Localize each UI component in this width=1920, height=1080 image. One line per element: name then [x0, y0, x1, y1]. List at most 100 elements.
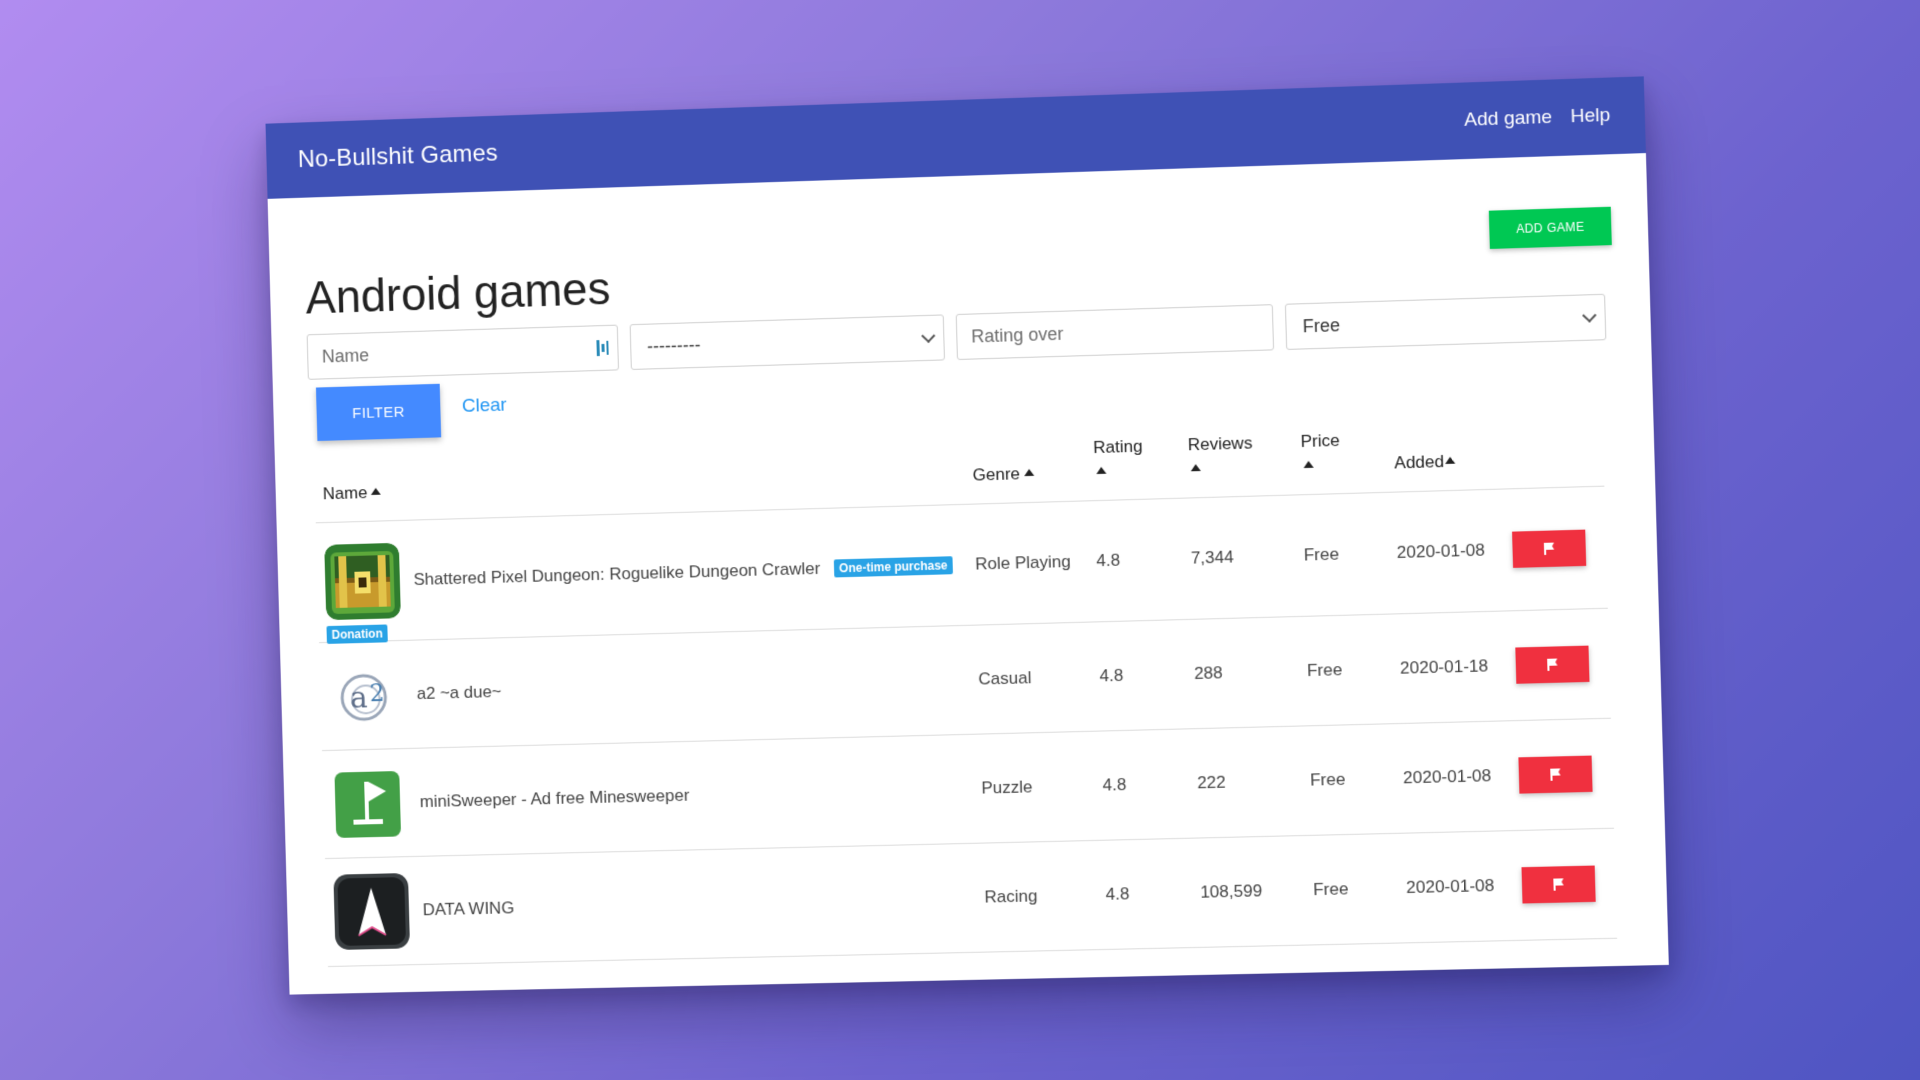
genre-cell: Racing: [974, 840, 1100, 952]
price-value: Free: [1303, 544, 1340, 565]
game-name-cell: a 2 a2 ~a due~: [327, 642, 963, 734]
added-cell: 2020-01-08: [1393, 720, 1513, 833]
rating-value: 4.8: [1099, 665, 1124, 686]
game-name[interactable]: a2 ~a due~: [416, 682, 501, 704]
genre-value: Casual: [978, 667, 1032, 689]
genre-cell: Puzzle: [971, 730, 1097, 843]
reviews-value: 222: [1196, 772, 1226, 792]
game-name[interactable]: DATA WING: [422, 898, 514, 920]
header-rating[interactable]: Rating: [1084, 433, 1182, 501]
added-value: 2020-01-08: [1402, 765, 1492, 787]
donation-badge: Donation: [326, 624, 388, 644]
header-rating-label: Rating: [1092, 436, 1143, 458]
sort-arrow-icon[interactable]: [1023, 468, 1035, 476]
price-cell: Free: [1303, 832, 1400, 945]
header-actions: [1500, 421, 1605, 489]
game-name[interactable]: miniSweeper - Ad free Minesweeper: [419, 785, 689, 811]
game-name-cell: DATA WING: [333, 860, 969, 950]
stage: No-Bullshit Games Add game Help ADD GAME…: [0, 0, 1920, 1080]
sort-arrow-icon[interactable]: [1444, 456, 1456, 464]
price-value: Free: [1309, 769, 1346, 790]
name-input[interactable]: [307, 325, 618, 379]
nav-links: Add game Help: [1464, 105, 1611, 132]
report-button[interactable]: [1521, 865, 1596, 904]
rating-cell: 4.8: [1093, 728, 1191, 841]
clear-link[interactable]: Clear: [462, 395, 507, 418]
header-added-label: Added: [1394, 451, 1445, 473]
genre-cell: Casual: [968, 621, 1094, 734]
name-filter-field: [306, 324, 620, 380]
rating-value: 4.8: [1102, 774, 1127, 795]
keyboard-icon: [596, 340, 609, 357]
flag-icon: [1543, 542, 1555, 555]
header-name-label: Name: [322, 482, 368, 504]
game-name-cell: Donation Shattered Pixel Dungeon: Roguel…: [324, 527, 960, 644]
reviews-value: 108,599: [1199, 880, 1263, 902]
nav-help-link[interactable]: Help: [1570, 105, 1610, 129]
genre-value: Role Playing: [974, 551, 1071, 574]
added-value: 2020-01-08: [1396, 540, 1486, 562]
rating-cell: 4.8: [1090, 619, 1188, 731]
browser-window: No-Bullshit Games Add game Help ADD GAME…: [265, 76, 1669, 995]
price-cell: Free: [1300, 723, 1397, 836]
sort-arrow-icon[interactable]: [1303, 460, 1314, 468]
minesweeper-flag-icon[interactable]: [330, 764, 407, 841]
price-cell: Free: [1297, 613, 1394, 726]
added-cell: 2020-01-08: [1387, 488, 1507, 614]
rating-cell: 4.8: [1086, 497, 1185, 622]
sort-arrow-icon[interactable]: [371, 487, 382, 495]
reviews-value: 288: [1193, 662, 1223, 683]
purchase-type-badge: One-time purchase: [833, 555, 953, 578]
reviews-cell: 7,344: [1181, 494, 1298, 620]
report-button[interactable]: [1518, 755, 1593, 794]
game-name[interactable]: Shattered Pixel Dungeon: Roguelike Dunge…: [413, 558, 820, 589]
sort-arrow-icon[interactable]: [1095, 466, 1107, 474]
header-genre-label: Genre: [972, 464, 1021, 485]
rating-value: 4.8: [1096, 550, 1121, 570]
added-value: 2020-01-08: [1405, 875, 1495, 897]
genre-value: Racing: [984, 885, 1038, 907]
added-cell: 2020-01-18: [1390, 610, 1510, 724]
genre-cell: Role Playing: [965, 500, 1091, 625]
rating-over-input[interactable]: [956, 305, 1274, 359]
price-value: Free: [1306, 659, 1343, 680]
a2-logo-icon[interactable]: a 2: [327, 656, 405, 734]
genre-select-value: ---------: [646, 334, 701, 357]
rating-filter-field: [955, 304, 1275, 361]
rating-cell: 4.8: [1096, 837, 1194, 950]
game-name-cell: miniSweeper - Ad free Minesweeper: [330, 751, 966, 842]
price-select[interactable]: Free: [1284, 293, 1607, 350]
report-button[interactable]: [1511, 529, 1587, 568]
added-cell: 2020-01-08: [1396, 830, 1516, 943]
reviews-value: 7,344: [1190, 547, 1234, 568]
reviews-cell: 108,599: [1190, 835, 1307, 948]
rating-value: 4.8: [1105, 883, 1130, 904]
pixel-dungeon-chest-icon[interactable]: [324, 542, 401, 620]
main-content: ADD GAME Android games ---------: [268, 153, 1668, 967]
genre-select[interactable]: ---------: [629, 314, 945, 370]
sort-arrow-icon[interactable]: [1190, 463, 1201, 472]
header-price-label: Price: [1300, 430, 1340, 452]
reviews-cell: 288: [1184, 616, 1301, 729]
flag-icon: [1553, 877, 1564, 891]
data-wing-arrow-icon[interactable]: [333, 872, 411, 950]
svg-text:2: 2: [369, 679, 385, 707]
price-value: Free: [1312, 878, 1349, 899]
genre-value: Puzzle: [981, 776, 1033, 798]
add-game-button[interactable]: ADD GAME: [1488, 206, 1612, 249]
price-select-value: Free: [1302, 314, 1341, 336]
nav-add-game-link[interactable]: Add game: [1464, 107, 1553, 132]
filter-button[interactable]: FILTER: [315, 383, 442, 442]
header-genre[interactable]: Genre: [963, 436, 1087, 504]
flag-icon: [1550, 768, 1561, 781]
svg-text:a: a: [350, 680, 369, 715]
flag-icon: [1546, 658, 1558, 671]
header-reviews[interactable]: Reviews: [1179, 430, 1295, 498]
report-button[interactable]: [1515, 645, 1590, 684]
price-cell: Free: [1294, 491, 1391, 617]
header-added[interactable]: Added: [1385, 424, 1503, 492]
brand-logo[interactable]: No-Bullshit Games: [297, 140, 498, 175]
header-price[interactable]: Price: [1292, 427, 1388, 495]
games-table: Name Genre Rating Reviews Price Added Do…: [313, 421, 1618, 967]
header-reviews-label: Reviews: [1187, 433, 1253, 455]
